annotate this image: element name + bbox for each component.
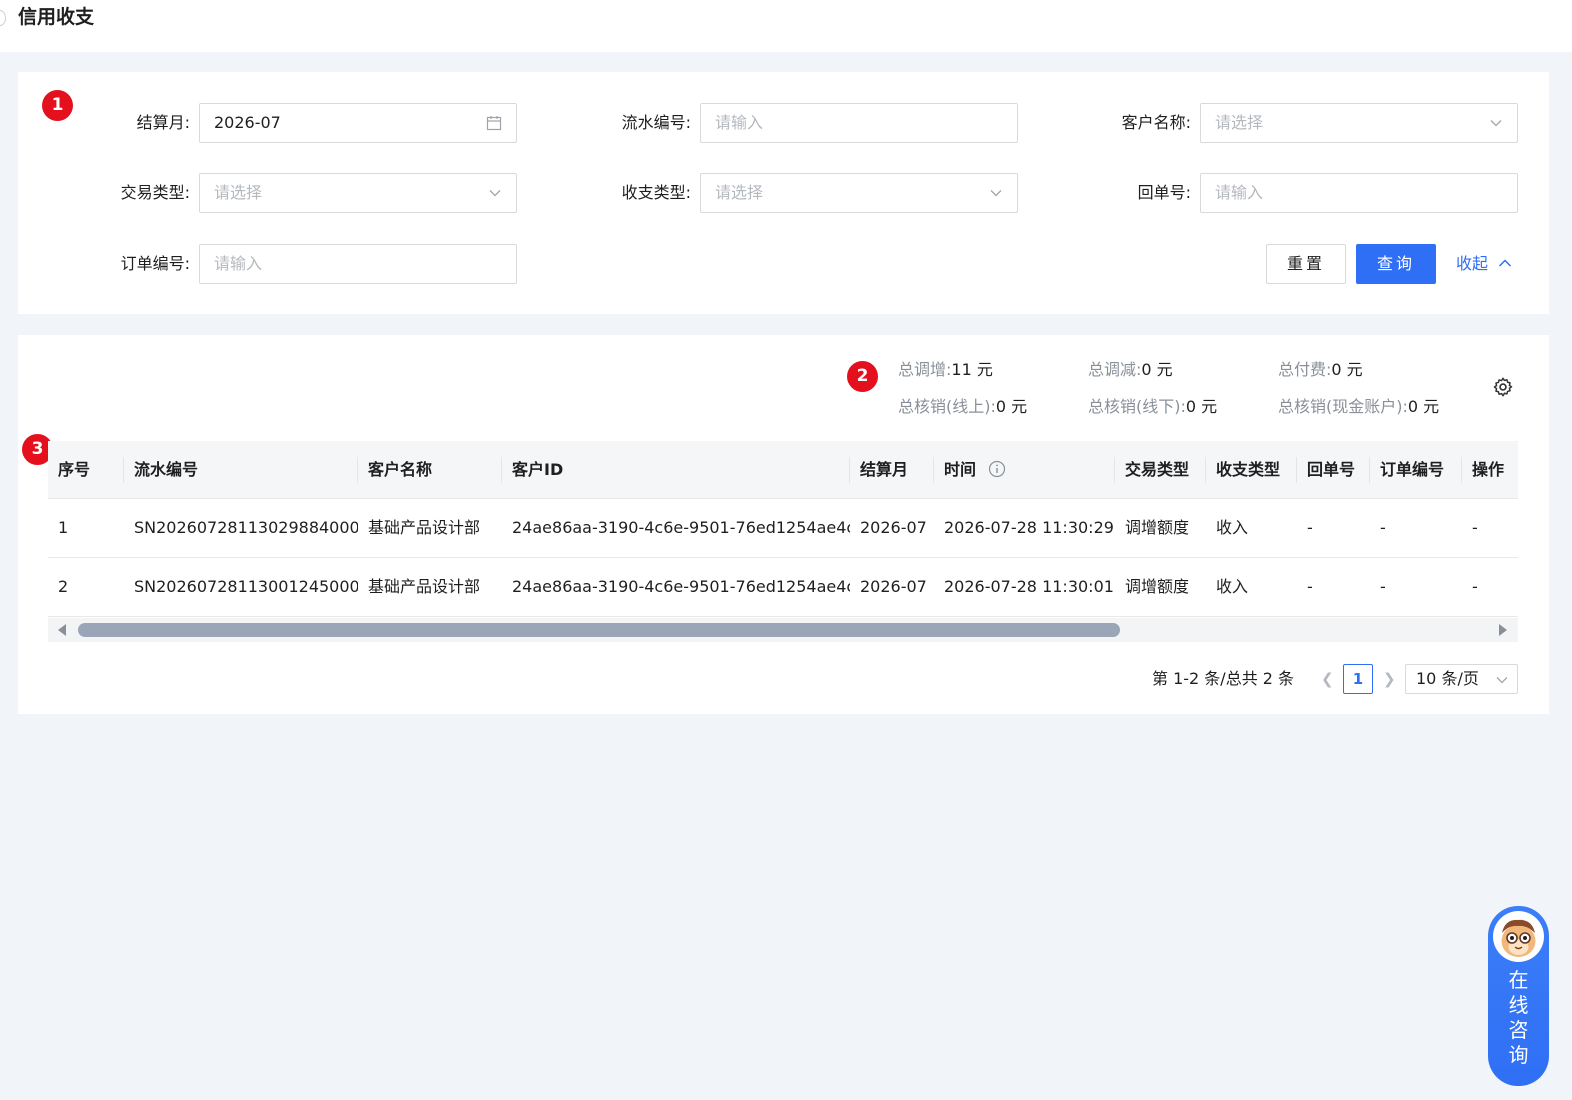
gear-icon[interactable] [1492,376,1514,398]
table-header: 序号 流水编号 客户名称 客户ID 结算月 时间 交易类型 收支类型 回单号 订… [48,441,1518,499]
mascot-avatar [1493,911,1544,962]
table-cell: - [1472,518,1478,537]
annotation-marker-1: 1 [42,90,73,121]
income-type-select[interactable]: 请选择 [700,173,1018,213]
table-cell: 调增额度 [1125,577,1190,596]
table-cell: 基础产品设计部 [368,577,481,596]
column-header: 交易类型 [1115,441,1206,499]
online-consult-label: 在线咨询 [1508,968,1529,1067]
stat-writeoff-offline: 总核销(线下):0 元 [1088,397,1218,416]
table-cell: 基础产品设计部 [368,518,481,537]
table-cell: 收入 [1216,518,1249,537]
settle-month-value: 2026-07 [214,113,281,132]
table-cell: 1 [58,518,69,537]
table-cell: - [1307,518,1313,537]
table-cell: 2026-07 [860,577,927,596]
table-row: 1 SN20260728113029884000 基础产品设计部 24ae86a… [48,499,1518,558]
serial-no-input[interactable]: 请输入 [700,103,1018,143]
table-panel: 2 3 总调增:11 元 总调减:0 元 总付费:0 元 总核销(线上):0 元… [18,335,1549,714]
column-header: 结算月 [850,441,934,499]
order-no-label: 订单编号: [120,254,190,273]
search-panel: 1 结算月: 2026-07 流水编号: 请输入 客户名称: 请选择 交易类型:… [18,72,1549,314]
back-tab-edge[interactable] [0,10,6,26]
table-cell: 24ae86aa-3190-4c6e-9501-76ed1254ae4c [512,518,850,537]
table-cell: 2 [58,577,69,596]
calendar-icon [486,104,502,142]
annotation-marker-2: 2 [847,361,878,392]
online-consult-button[interactable]: 在线咨询 [1488,906,1549,1086]
customer-name-placeholder: 请选择 [1215,113,1264,132]
table-cell: 调增额度 [1125,518,1190,537]
table-cell: SN20260728113029884000 [134,518,358,537]
table-cell: 24ae86aa-3190-4c6e-9501-76ed1254ae4c [512,577,850,596]
table-cell: 2026-07 [860,518,927,537]
column-header: 回单号 [1297,441,1370,499]
column-header: 操作 [1472,460,1505,479]
reset-button[interactable]: 重置 [1266,244,1346,284]
page-size-select[interactable]: 10 条/页 [1405,664,1518,694]
stat-writeoff-cash: 总核销(现金账户):0 元 [1278,397,1440,416]
settle-month-label: 结算月: [136,113,190,132]
table-cell: 收入 [1216,577,1249,596]
chevron-down-icon [488,174,502,212]
customer-name-label: 客户名称: [1121,113,1191,132]
chevron-up-icon [1493,254,1513,273]
column-header: 客户ID [502,441,850,499]
horizontal-scrollbar[interactable] [48,618,1518,642]
table-cell: - [1472,577,1478,596]
table-cell: 2026-07-28 11:30:29 [944,518,1114,537]
column-header: 流水编号 [124,441,358,499]
income-type-label: 收支类型: [621,183,691,202]
chevron-down-icon [1489,104,1503,142]
serial-no-label: 流水编号: [621,113,691,132]
next-page-icon[interactable]: ❯ [1383,664,1396,694]
table-row: 2 SN20260728113001245000 基础产品设计部 24ae86a… [48,558,1518,617]
column-header: 订单编号 [1370,441,1462,499]
info-icon[interactable] [982,460,1006,479]
column-header: 时间 [934,441,1115,499]
trade-type-select[interactable]: 请选择 [199,173,517,213]
collapse-link[interactable]: 收起 [1456,244,1513,284]
table-cell: SN20260728113001245000 [134,577,358,596]
settle-month-picker[interactable]: 2026-07 [199,103,517,143]
collapse-label: 收起 [1456,254,1489,273]
trade-type-label: 交易类型: [120,183,190,202]
pagination-summary: 第 1-2 条/总共 2 条 [1152,669,1295,688]
income-type-placeholder: 请选择 [715,183,764,202]
column-header: 收支类型 [1206,441,1297,499]
receipt-no-label: 回单号: [1137,183,1191,202]
stat-total-increase: 总调增:11 元 [898,360,993,379]
page-size-value: 10 条/页 [1416,669,1479,688]
table-cell: - [1380,518,1386,537]
chevron-down-icon [989,174,1003,212]
scroll-right-icon[interactable] [1499,624,1507,636]
order-no-input[interactable]: 请输入 [199,244,517,284]
column-header: 客户名称 [358,441,502,499]
table-cell: - [1307,577,1313,596]
stat-total-payment: 总付费:0 元 [1278,360,1363,379]
scrollbar-thumb[interactable] [78,623,1120,637]
query-button[interactable]: 查询 [1356,244,1436,284]
trade-type-placeholder: 请选择 [214,183,263,202]
pagination-page-current[interactable]: 1 [1343,664,1373,694]
stat-total-decrease: 总调减:0 元 [1088,360,1173,379]
scroll-left-icon[interactable] [58,624,66,636]
page-title: 信用收支 [18,6,95,28]
prev-page-icon[interactable]: ❮ [1321,664,1334,694]
table-cell: - [1380,577,1386,596]
stat-writeoff-online: 总核销(线上):0 元 [898,397,1028,416]
table-cell: 2026-07-28 11:30:01 [944,577,1114,596]
page-header: 信用收支 [0,0,1572,52]
customer-name-select[interactable]: 请选择 [1200,103,1518,143]
receipt-no-input[interactable]: 请输入 [1200,173,1518,213]
column-header: 序号 [48,441,124,499]
chevron-down-icon [1495,665,1509,693]
